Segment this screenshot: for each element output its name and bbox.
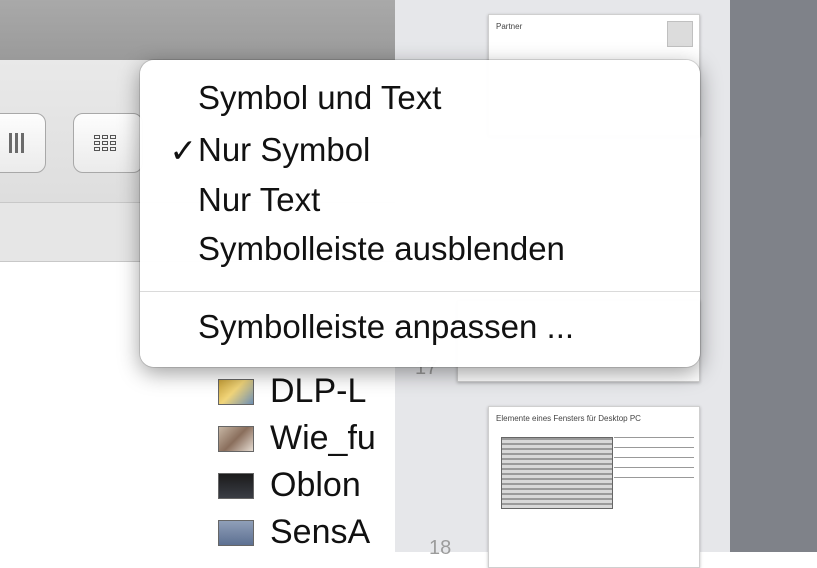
document-view-edge <box>730 0 817 552</box>
document-thumbnail-icon <box>218 378 254 405</box>
menu-item-icon-and-text[interactable]: Symbol und Text <box>140 72 700 124</box>
photo-thumbnail-icon <box>218 425 254 452</box>
page-thumbnail-title: Elemente eines Fensters für Desktop PC <box>496 414 641 423</box>
menu-item-label: Symbolleiste anpassen ... <box>198 308 575 345</box>
page-thumbnail-figure <box>501 437 613 509</box>
list-item[interactable]: DLP-L <box>218 368 398 415</box>
column-view-button[interactable] <box>0 113 46 173</box>
window-titlebar <box>0 0 395 60</box>
menu-item-label: Nur Symbol <box>198 131 371 168</box>
file-name: Oblon <box>270 466 361 504</box>
page-number: 18 <box>429 537 452 559</box>
menu-item-text-only[interactable]: Nur Text <box>140 174 700 226</box>
grid-view-icon <box>94 135 116 151</box>
file-name: SensA <box>270 513 371 551</box>
menu-item-customize-toolbar[interactable]: Symbolleiste anpassen ... <box>140 301 700 353</box>
menu-item-label: Nur Text <box>198 181 321 218</box>
menu-separator <box>140 291 700 292</box>
list-item[interactable]: SensA <box>218 509 398 556</box>
page-thumbnail-title: Partner <box>496 22 523 31</box>
file-name: Wie_fu <box>270 419 376 457</box>
document-thumbnail-icon <box>218 519 254 546</box>
menu-item-icon-only[interactable]: ✓ Nur Symbol <box>140 124 700 176</box>
file-list: DLP-L Wie_fu Oblon SensA <box>218 368 398 556</box>
menu-item-label: Symbolleiste ausblenden <box>198 230 565 267</box>
page-thumbnail-18[interactable]: Elemente eines Fensters für Desktop PC <box>488 406 700 568</box>
menu-item-hide-toolbar[interactable]: Symbolleiste ausblenden <box>140 223 700 275</box>
file-name: DLP-L <box>270 372 367 410</box>
toolbar-context-menu: Symbol und Text ✓ Nur Symbol Nur Text Sy… <box>140 60 700 367</box>
page-thumbnail-badge <box>667 21 693 47</box>
checkmark-icon: ✓ <box>169 131 197 169</box>
list-item[interactable]: Wie_fu <box>218 415 398 462</box>
column-view-icon <box>2 133 24 153</box>
page-thumbnail-callouts <box>614 437 694 487</box>
menu-item-label: Symbol und Text <box>198 79 442 116</box>
video-thumbnail-icon <box>218 472 254 499</box>
cover-flow-view-button[interactable] <box>73 113 143 173</box>
list-item[interactable]: Oblon <box>218 462 398 509</box>
